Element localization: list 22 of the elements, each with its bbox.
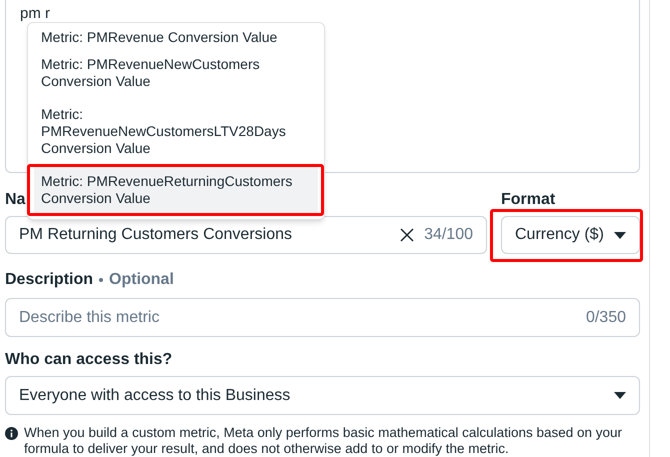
name-counter: 34/100 <box>424 225 473 245</box>
name-label: Na <box>5 190 26 210</box>
formula-text: pm r <box>20 5 50 22</box>
description-input[interactable]: Describe this metric 0/350 <box>5 298 640 337</box>
description-counter: 0/350 <box>586 308 626 328</box>
info-icon <box>5 427 18 440</box>
suggestion-item[interactable]: Metric: PMRevenue Conversion Value <box>34 27 318 48</box>
suggestion-item[interactable]: Metric: PMRevenueReturningCustomers Conversion Value <box>34 165 318 215</box>
caret-icon <box>614 232 626 238</box>
close-icon[interactable] <box>400 228 414 242</box>
suggestion-item[interactable]: Metric: PMRevenueNewCustomersLTV28Days Conversion Value <box>34 98 318 165</box>
description-placeholder: Describe this metric <box>19 308 160 328</box>
caret-icon <box>614 392 626 399</box>
optional-label: Optional <box>109 270 174 290</box>
format-label: Format <box>501 190 556 210</box>
access-select[interactable]: Everyone with access to this Business <box>5 376 640 415</box>
description-label: Description <box>5 270 94 290</box>
format-select[interactable]: Currency ($) <box>501 216 640 254</box>
name-value: PM Returning Customers Conversions <box>19 225 293 245</box>
access-label: Who can access this? <box>5 350 174 370</box>
suggestion-item[interactable]: Metric: PMRevenueNewCustomers Conversion Value <box>34 48 318 98</box>
notice-text: When you build a custom metric, Meta only performs basic mathematical calculations based on your formula to deliver your result, and does not otherwise add to or modify the metric. <box>24 425 624 457</box>
